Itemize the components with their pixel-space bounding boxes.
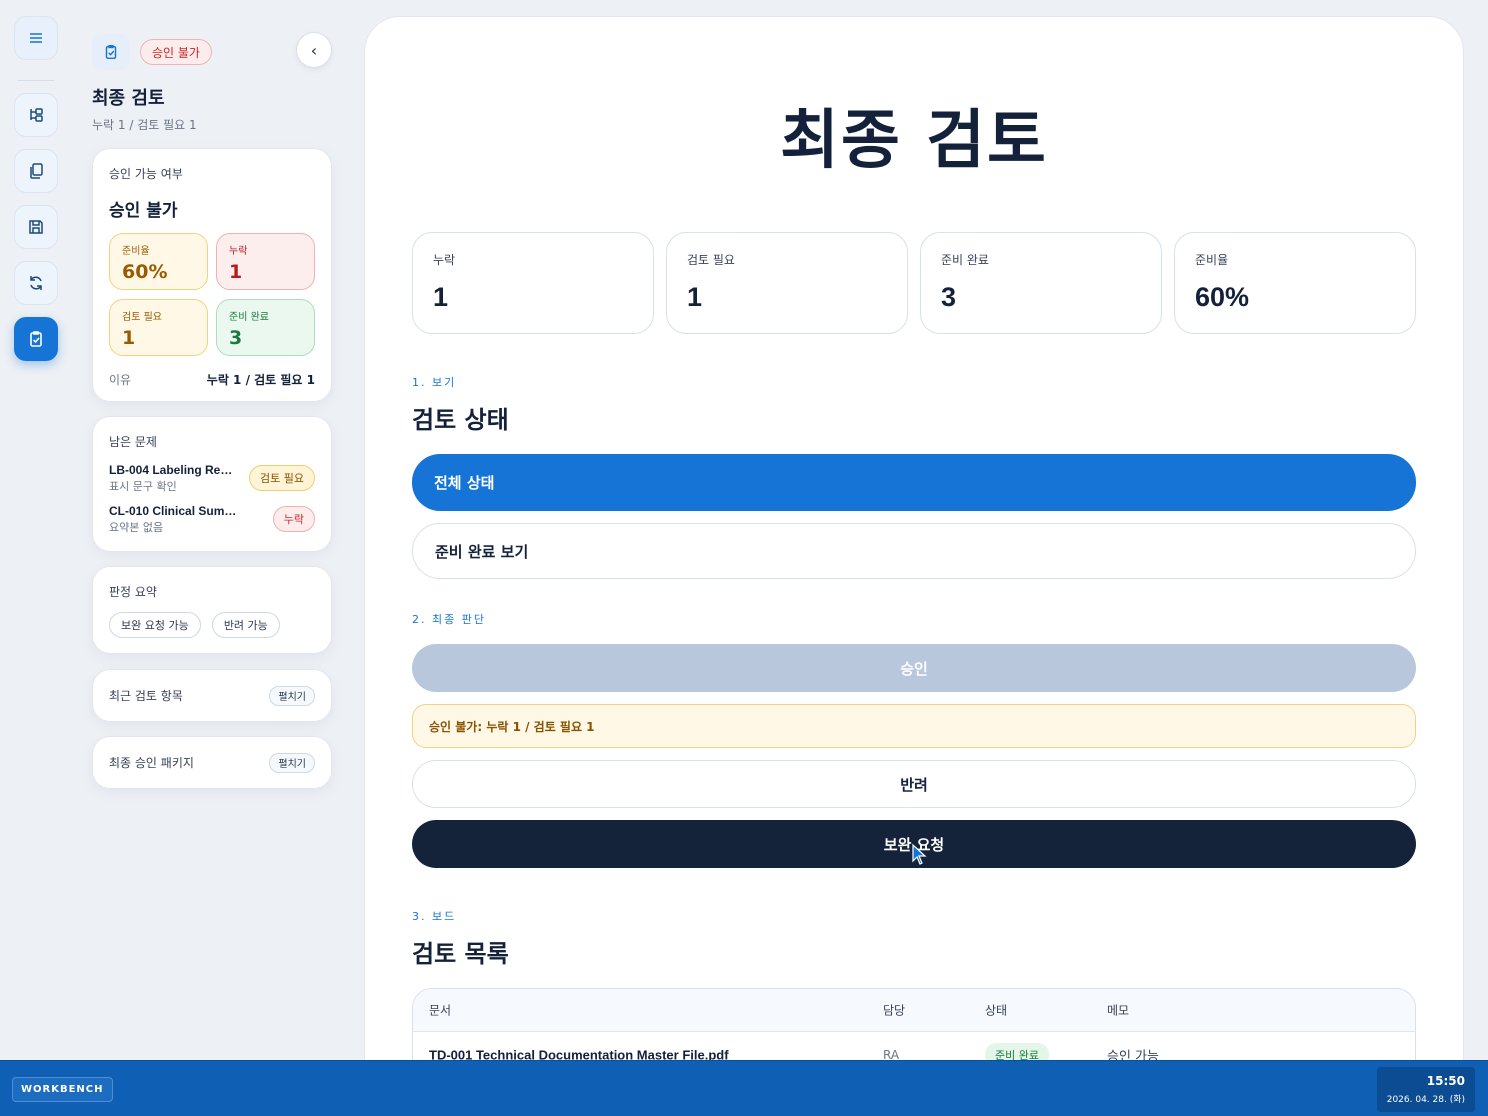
expand-button[interactable]: 펼치기	[269, 752, 315, 773]
side-header: 승인 불가 ‹	[92, 32, 332, 70]
issue-badge: 검토 필요	[249, 465, 315, 491]
metric-label: 누락	[229, 246, 248, 257]
verdict-card: 판정 요약 보완 요청 가능 반려 가능	[92, 566, 332, 654]
stat-label: 준비 완료	[941, 253, 989, 267]
approval-package-card: 최종 승인 패키지 펼치기	[92, 736, 332, 789]
column-header[interactable]: 메모	[1107, 1002, 1129, 1019]
reason-row: 이유 누락 1 / 검토 필요 1	[109, 371, 315, 388]
stat-value: 60%	[1195, 282, 1250, 312]
taskbar: WORKBENCH 15:50 2026. 04. 28. (화)	[0, 1060, 1488, 1116]
clipboard-check-icon	[92, 34, 130, 70]
verdict-chip[interactable]: 반려 가능	[211, 612, 280, 638]
tree-icon[interactable]	[14, 93, 58, 137]
column-header[interactable]: 문서	[429, 1002, 451, 1019]
issue-title: CL-010 Clinical Summary.p...	[109, 504, 237, 518]
section-title: 검토 상태	[412, 406, 509, 434]
reason-value: 누락 1 / 검토 필요 1	[206, 373, 315, 387]
copy-icon[interactable]	[14, 149, 58, 193]
status-badge: 승인 불가	[140, 39, 212, 65]
issue-item[interactable]: CL-010 Clinical Summary.p... 요약본 없음 누락	[109, 504, 315, 538]
approve-button[interactable]: 승인	[412, 644, 1416, 692]
stat-label: 검토 필요	[687, 253, 735, 267]
stat-value: 1	[687, 282, 703, 312]
chevron-left-icon: ‹	[310, 40, 318, 60]
approval-label: 승인 가능 여부	[109, 167, 183, 181]
main-panel: 최종 검토 누락 1 검토 필요 1 준비 완료 3 준비율 60% 1. 보기…	[364, 16, 1464, 1096]
metric-review-needed: 검토 필요 1	[109, 299, 208, 356]
refresh-icon[interactable]	[14, 261, 58, 305]
view-all-status-button[interactable]: 전체 상태	[412, 454, 1416, 511]
verdict-chip[interactable]: 보완 요청 가능	[109, 612, 201, 638]
collapse-button[interactable]: ‹	[296, 32, 332, 68]
approval-package-label: 최종 승인 패키지	[109, 756, 194, 770]
icon-rail	[0, 0, 72, 1060]
section-title: 검토 목록	[412, 940, 509, 968]
section-number: 1. 보기	[412, 376, 457, 389]
approval-value: 승인 불가	[109, 201, 178, 221]
stat-card-readiness: 준비율 60%	[1174, 232, 1416, 334]
view-ready-button[interactable]: 준비 완료 보기	[412, 523, 1416, 579]
stat-label: 누락	[433, 253, 456, 267]
clock-date: 2026. 04. 28. (화)	[1386, 1095, 1465, 1105]
section-number: 2. 최종 판단	[412, 613, 486, 626]
issue-item[interactable]: LB-004 Labeling Revi... 표시 문구 확인 검토 필요	[109, 463, 315, 497]
expand-button[interactable]: 펼치기	[269, 685, 315, 706]
approval-card: 승인 가능 여부 승인 불가 준비율 60% 누락 1 검토 필요 1 준비 완…	[92, 148, 332, 402]
metric-value: 1	[122, 327, 136, 349]
table-header: 문서 담당 상태 메모	[413, 989, 1415, 1032]
metric-value: 60%	[122, 261, 168, 283]
section-number: 3. 보드	[412, 910, 457, 923]
metric-value: 3	[229, 327, 243, 349]
menu-icon[interactable]	[14, 16, 58, 60]
stat-card-review-needed: 검토 필요 1	[666, 232, 908, 334]
clipboard-check-icon[interactable]	[14, 317, 58, 361]
issues-label: 남은 문제	[109, 435, 157, 449]
save-icon[interactable]	[14, 205, 58, 249]
metric-missing: 누락 1	[216, 233, 315, 290]
issue-title: LB-004 Labeling Revi...	[109, 463, 237, 477]
stat-label: 준비율	[1195, 253, 1229, 267]
stat-value: 1	[433, 282, 449, 312]
stat-card-ready: 준비 완료 3	[920, 232, 1162, 334]
metric-label: 준비율	[122, 246, 150, 257]
clock[interactable]: 15:50 2026. 04. 28. (화)	[1377, 1067, 1475, 1112]
stat-value: 3	[941, 282, 957, 312]
recent-review-card: 최근 검토 항목 펼치기	[92, 669, 332, 722]
side-subtitle: 누락 1 / 검토 필요 1	[92, 118, 197, 132]
recent-review-label: 최근 검토 항목	[109, 689, 183, 703]
workbench-start-button[interactable]: WORKBENCH	[12, 1077, 113, 1102]
metric-readiness: 준비율 60%	[109, 233, 208, 290]
verdict-chips: 보완 요청 가능 반려 가능	[109, 612, 315, 638]
column-header[interactable]: 담당	[883, 1002, 905, 1019]
clock-time: 15:50	[1426, 1074, 1465, 1088]
issues-card: 남은 문제 LB-004 Labeling Revi... 표시 문구 확인 검…	[92, 416, 332, 552]
metric-label: 검토 필요	[122, 312, 162, 323]
metric-label: 준비 완료	[229, 312, 269, 323]
issue-badge: 누락	[272, 506, 315, 532]
mouse-cursor-icon	[912, 843, 927, 865]
metric-ready: 준비 완료 3	[216, 299, 315, 356]
metric-value: 1	[229, 261, 243, 283]
rail-divider	[18, 80, 54, 81]
verdict-label: 판정 요약	[109, 585, 157, 599]
column-header[interactable]: 상태	[985, 1002, 1007, 1019]
approval-warning: 승인 불가: 누락 1 / 검토 필요 1	[412, 704, 1416, 748]
side-title: 최종 검토	[92, 88, 165, 109]
reject-button[interactable]: 반려	[412, 760, 1416, 808]
reason-label: 이유	[109, 373, 132, 387]
page-title: 최종 검토	[780, 104, 1048, 178]
stat-card-missing: 누락 1	[412, 232, 654, 334]
